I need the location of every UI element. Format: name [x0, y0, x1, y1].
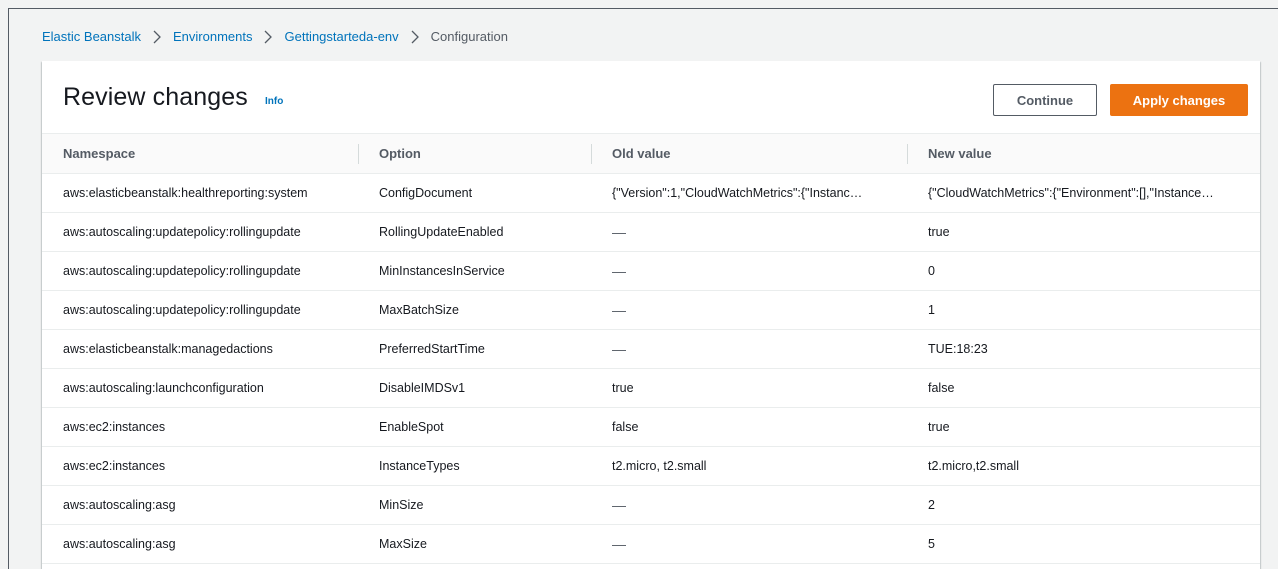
table-row: aws:autoscaling:updatepolicy:rollingupda… — [42, 251, 1260, 291]
cell-new-value: 0 — [907, 251, 1260, 291]
cell-old-value: — — [591, 290, 907, 330]
review-changes-panel: Review changes Info Continue Apply chang… — [42, 61, 1260, 569]
apply-changes-button[interactable]: Apply changes — [1110, 84, 1248, 116]
cell-option: ConfigDocument — [358, 173, 591, 213]
info-link[interactable]: Info — [265, 96, 283, 107]
cell-option: MinSize — [358, 485, 591, 525]
continue-button[interactable]: Continue — [993, 84, 1097, 116]
cell-option: RollingUpdateEnabled — [358, 212, 591, 252]
chevron-right-icon — [411, 30, 419, 43]
cell-old-value: false — [591, 407, 907, 447]
cell-old-value: true — [591, 368, 907, 408]
cell-old-value: — — [591, 251, 907, 291]
cell-new-value: false — [907, 368, 1260, 408]
cell-new-value: true — [907, 407, 1260, 447]
table-row: aws:autoscaling:asg MaxSize — 5 — [42, 524, 1260, 564]
chevron-right-icon — [265, 30, 273, 43]
column-header-option[interactable]: Option — [358, 133, 591, 174]
table-row: aws:elasticbeanstalk:managedactions Pref… — [42, 329, 1260, 369]
cell-namespace: aws:autoscaling:asg — [42, 485, 358, 525]
cell-namespace: aws:autoscaling:updatepolicy:rollingupda… — [42, 290, 358, 330]
breadcrumb-environment[interactable]: Gettingstarteda-env — [284, 29, 398, 44]
cell-option: DisableIMDSv1 — [358, 368, 591, 408]
breadcrumb: Elastic Beanstalk Environments Gettingst… — [42, 29, 508, 44]
column-divider — [358, 144, 359, 164]
cell-new-value: 1 — [907, 290, 1260, 330]
cell-namespace: aws:ec2:instances — [42, 446, 358, 486]
cell-new-value: true — [907, 212, 1260, 252]
cell-option: MaxBatchSize — [358, 290, 591, 330]
cell-new-value: 2 — [907, 485, 1260, 525]
cell-option: EnableSpot — [358, 407, 591, 447]
cell-old-value: — — [591, 212, 907, 252]
cell-new-value: t2.micro,t2.small — [907, 446, 1260, 486]
cell-new-value: 5 — [907, 524, 1260, 564]
cell-old-value: — — [591, 485, 907, 525]
column-header-new-value[interactable]: New value — [907, 133, 1260, 174]
column-divider — [907, 144, 908, 164]
cell-new-value: {"CloudWatchMetrics":{"Environment":[],"… — [907, 173, 1260, 213]
cell-old-value: — — [591, 524, 907, 564]
cell-old-value: t2.micro, t2.small — [591, 446, 907, 486]
table-row: aws:autoscaling:launchconfiguration Disa… — [42, 368, 1260, 408]
cell-namespace: aws:elasticbeanstalk:healthreporting:sys… — [42, 173, 358, 213]
breadcrumb-environments[interactable]: Environments — [173, 29, 252, 44]
chevron-right-icon — [153, 30, 161, 43]
cell-new-value: TUE:18:23 — [907, 329, 1260, 369]
table-header-row: Namespace Option Old value New value — [42, 133, 1260, 174]
column-header-namespace[interactable]: Namespace — [42, 133, 358, 174]
column-header-old-value[interactable]: Old value — [591, 133, 907, 174]
table-row: aws:ec2:instances EnableSpot false true — [42, 407, 1260, 447]
cell-namespace: aws:autoscaling:asg — [42, 524, 358, 564]
table-row: aws:autoscaling:asg MinSize — 2 — [42, 485, 1260, 525]
panel-header: Review changes Info Continue Apply chang… — [42, 61, 1260, 133]
cell-namespace: aws:autoscaling:updatepolicy:rollingupda… — [42, 212, 358, 252]
cell-old-value: {"Version":1,"CloudWatchMetrics":{"Insta… — [591, 173, 907, 213]
cell-namespace: aws:autoscaling:updatepolicy:rollingupda… — [42, 251, 358, 291]
cell-namespace: aws:ec2:instances — [42, 407, 358, 447]
cell-option: MinInstancesInService — [358, 251, 591, 291]
changes-table: Namespace Option Old value New value aws… — [42, 133, 1260, 564]
cell-namespace: aws:autoscaling:launchconfiguration — [42, 368, 358, 408]
table-row: aws:autoscaling:updatepolicy:rollingupda… — [42, 212, 1260, 252]
breadcrumb-elastic-beanstalk[interactable]: Elastic Beanstalk — [42, 29, 141, 44]
page-title: Review changes — [63, 83, 248, 111]
table-row: aws:ec2:instances InstanceTypes t2.micro… — [42, 446, 1260, 486]
cell-option: MaxSize — [358, 524, 591, 564]
cell-option: PreferredStartTime — [358, 329, 591, 369]
breadcrumb-current: Configuration — [430, 29, 508, 44]
table-row: aws:autoscaling:updatepolicy:rollingupda… — [42, 290, 1260, 330]
console-frame: Elastic Beanstalk Environments Gettingst… — [8, 8, 1278, 569]
cell-option: InstanceTypes — [358, 446, 591, 486]
column-divider — [591, 144, 592, 164]
cell-namespace: aws:elasticbeanstalk:managedactions — [42, 329, 358, 369]
table-row: aws:elasticbeanstalk:healthreporting:sys… — [42, 173, 1260, 213]
cell-old-value: — — [591, 329, 907, 369]
